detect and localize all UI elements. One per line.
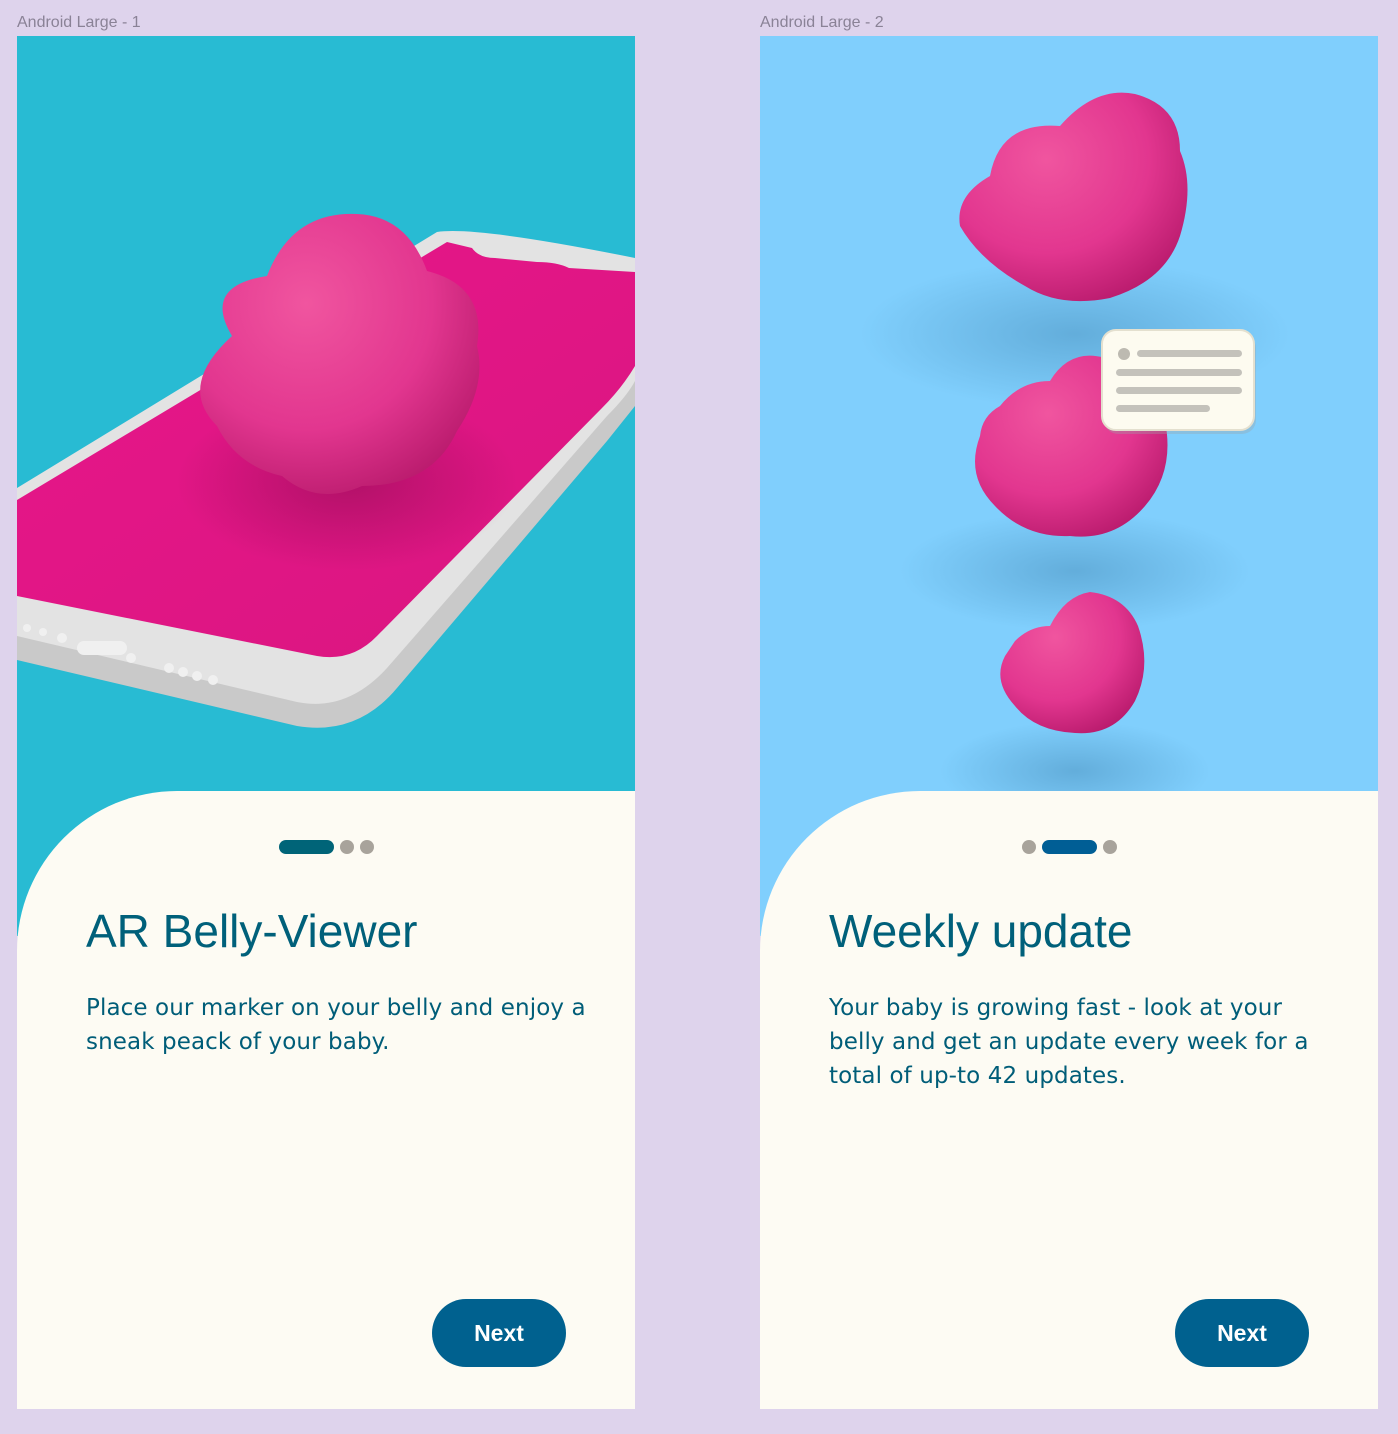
next-button[interactable]: Next (432, 1299, 566, 1367)
onboarding-screen-ar-viewer: AR Belly-Viewer Place our marker on your… (17, 36, 635, 1409)
content-card: AR Belly-Viewer Place our marker on your… (17, 791, 635, 1409)
page-dot (359, 840, 374, 854)
screen-description: Your baby is growing fast - look at your… (829, 995, 1309, 1089)
page-dot (339, 840, 354, 854)
notification-card-icon (1101, 329, 1256, 434)
page-dot-active (278, 840, 334, 854)
page-indicator (760, 840, 1378, 854)
screen-title: Weekly update (829, 905, 1133, 957)
page-dot (1102, 840, 1117, 854)
page-indicator (17, 840, 635, 854)
page-dot (1021, 840, 1036, 854)
screen-title: AR Belly-Viewer (86, 905, 418, 957)
next-button[interactable]: Next (1175, 1299, 1309, 1367)
frame-label-2: Android Large - 2 (760, 14, 884, 31)
content-card: Weekly update Your baby is growing fast … (760, 791, 1378, 1409)
screen-description: Place our marker on your belly and enjoy… (86, 995, 586, 1055)
frame-label-1: Android Large - 1 (17, 14, 141, 31)
onboarding-screen-weekly-update: Weekly update Your baby is growing fast … (760, 36, 1378, 1409)
page-dot-active (1041, 840, 1097, 854)
